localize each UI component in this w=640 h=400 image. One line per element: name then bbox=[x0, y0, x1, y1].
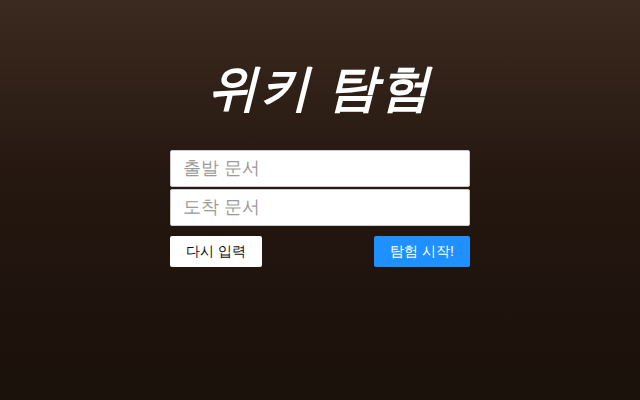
button-row: 다시 입력 탐험 시작! bbox=[170, 236, 470, 267]
reset-button[interactable]: 다시 입력 bbox=[170, 236, 262, 267]
site-title: 위키 탐험 bbox=[200, 56, 440, 120]
page-background: 위키 탐험 다시 입력 탐험 시작! bbox=[0, 0, 640, 400]
end-document-input[interactable] bbox=[170, 189, 470, 226]
start-document-input[interactable] bbox=[170, 150, 470, 187]
start-button[interactable]: 탐험 시작! bbox=[374, 236, 470, 267]
search-form bbox=[170, 150, 470, 226]
